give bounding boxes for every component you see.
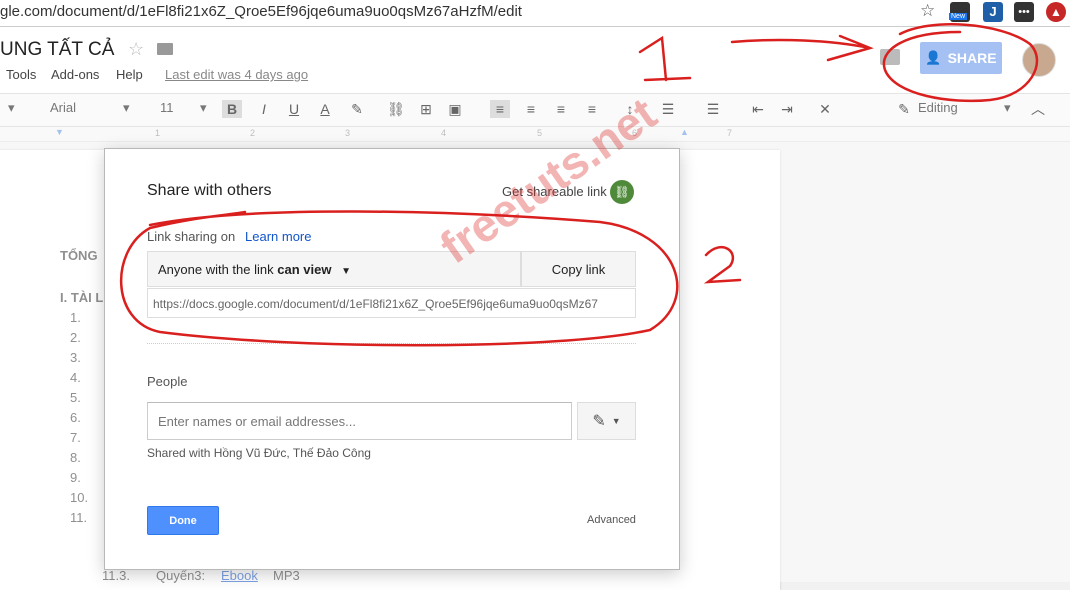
- extension-j-icon[interactable]: J: [983, 2, 1003, 22]
- permission-level: can view: [277, 262, 332, 277]
- align-center-icon[interactable]: ≡: [521, 100, 541, 118]
- avatar[interactable]: [1022, 43, 1056, 77]
- mode-chevron-down-icon[interactable]: ▾: [1004, 100, 1011, 116]
- share-url-field[interactable]: https://docs.google.com/document/d/1eFl8…: [147, 288, 636, 318]
- size-chevron-down-icon[interactable]: ▾: [200, 100, 207, 116]
- bold-icon[interactable]: B: [222, 100, 242, 118]
- extension-new-icon[interactable]: New: [949, 2, 970, 22]
- dropdown-arrow-icon: ▼: [341, 266, 351, 277]
- link-icon[interactable]: ⛓: [386, 100, 406, 118]
- extension-menu-icon[interactable]: •••: [1014, 2, 1034, 22]
- chevron-down-icon: ▼: [611, 416, 621, 426]
- align-left-icon[interactable]: ≡: [490, 100, 510, 118]
- document-title[interactable]: UNG TẤT CẢ: [0, 39, 114, 61]
- increase-indent-icon[interactable]: ⇥: [777, 100, 797, 118]
- share-dialog: Share with others Get shareable link ⛓ L…: [104, 148, 680, 570]
- comment-add-icon[interactable]: ⊞: [416, 100, 436, 118]
- collapse-chevron-up-icon[interactable]: ︿: [1028, 100, 1048, 118]
- more-arrow-icon[interactable]: ▾: [8, 100, 15, 116]
- editing-mode-select[interactable]: Editing: [918, 100, 958, 115]
- last-edit-link[interactable]: Last edit was 4 days ago: [165, 67, 308, 82]
- pencil-icon: ✎: [592, 413, 606, 430]
- person-icon: 👤: [925, 50, 942, 65]
- link-icon[interactable]: ⛓: [610, 180, 634, 204]
- extension-badge: New: [949, 13, 968, 20]
- share-label: SHARE: [947, 50, 997, 66]
- menu-addons[interactable]: Add-ons: [51, 67, 99, 82]
- share-button[interactable]: 👤 SHARE: [920, 42, 1002, 74]
- done-button[interactable]: Done: [147, 506, 219, 535]
- permission-prefix: Anyone with the link: [158, 262, 274, 277]
- menu-tools[interactable]: Tools: [6, 67, 36, 82]
- star-icon[interactable]: ☆: [128, 39, 144, 60]
- font-chevron-down-icon[interactable]: ▾: [123, 100, 130, 116]
- browser-address-bar[interactable]: gle.com/document/d/1eFl8fi21x6Z_Qroe5Ef9…: [0, 0, 1070, 27]
- formatting-toolbar: ▾ Arial ▾ 11 ▾ B I U A ✎ ⛓ ⊞ ▣ ≡ ≡ ≡ ≡ ↕…: [0, 93, 1070, 127]
- italic-icon[interactable]: I: [254, 100, 274, 118]
- link-sharing-status: Link sharing on: [147, 229, 236, 244]
- font-select[interactable]: Arial: [50, 100, 76, 115]
- numbered-list-icon[interactable]: ☰: [658, 100, 678, 118]
- folder-icon[interactable]: [157, 43, 173, 55]
- people-input[interactable]: Enter names or email addresses...: [147, 402, 572, 440]
- learn-more-link[interactable]: Learn more: [245, 229, 311, 244]
- pencil-icon: ✎: [898, 101, 910, 117]
- people-label: People: [147, 374, 188, 389]
- text-color-icon[interactable]: A: [315, 100, 335, 118]
- shared-with-text: Shared with Hồng Vũ Đức, Thế Đảo Công: [147, 446, 371, 460]
- extension-upload-icon[interactable]: ▲: [1046, 2, 1066, 22]
- advanced-link[interactable]: Advanced: [587, 514, 636, 526]
- url-text[interactable]: gle.com/document/d/1eFl8fi21x6Z_Qroe5Ef9…: [0, 3, 522, 20]
- decrease-indent-icon[interactable]: ⇤: [748, 100, 768, 118]
- comments-icon[interactable]: [880, 49, 900, 65]
- dialog-title: Share with others: [147, 182, 272, 199]
- align-right-icon[interactable]: ≡: [551, 100, 571, 118]
- clear-formatting-icon[interactable]: ✕: [815, 100, 835, 118]
- image-icon[interactable]: ▣: [445, 100, 465, 118]
- divider: [147, 343, 636, 344]
- font-size-select[interactable]: 11: [160, 100, 174, 115]
- docs-header: UNG TẤT CẢ ☆ Tools Add-ons Help Last edi…: [0, 27, 1070, 93]
- menu-help[interactable]: Help: [116, 67, 143, 82]
- bulleted-list-icon[interactable]: ☰: [703, 100, 723, 118]
- underline-icon[interactable]: U: [284, 100, 304, 118]
- copy-link-button[interactable]: Copy link: [521, 251, 636, 287]
- bookmark-star-icon[interactable]: ☆: [920, 1, 935, 21]
- highlight-icon[interactable]: ✎: [347, 100, 367, 118]
- people-permission-button[interactable]: ✎ ▼: [577, 402, 636, 440]
